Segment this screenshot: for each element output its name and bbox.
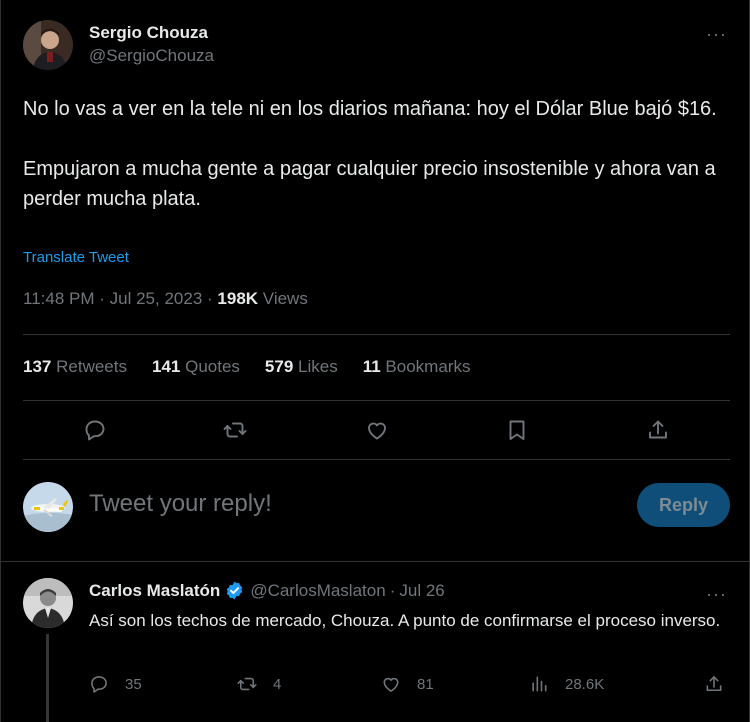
reply-reply-button[interactable]: 35 bbox=[89, 674, 142, 694]
tweet-author[interactable]: Sergio Chouza @SergioChouza bbox=[23, 20, 214, 70]
reply-icon[interactable] bbox=[79, 414, 111, 446]
reply-author-handle[interactable]: @CarlosMaslaton bbox=[250, 581, 385, 601]
divider bbox=[23, 459, 730, 460]
stat-retweets[interactable]: 137 Retweets bbox=[23, 357, 127, 377]
share-icon bbox=[706, 676, 722, 692]
reply-author-name[interactable]: Carlos Maslatón bbox=[89, 581, 220, 601]
reply-icon bbox=[91, 676, 107, 693]
tweet-date[interactable]: Jul 25, 2023 bbox=[110, 289, 203, 308]
translate-tweet-link[interactable]: Translate Tweet bbox=[23, 249, 129, 266]
views-count: 198K bbox=[217, 289, 259, 308]
reply-retweet-button[interactable]: 4 bbox=[237, 674, 281, 694]
reply-retweets-count: 4 bbox=[273, 675, 282, 693]
retweet-icon[interactable] bbox=[219, 414, 251, 446]
author-handle[interactable]: @SergioChouza bbox=[89, 44, 214, 68]
verified-badge-icon bbox=[227, 581, 243, 600]
stat-likes[interactable]: 579 Likes bbox=[265, 357, 338, 377]
divider bbox=[23, 400, 730, 401]
tweet-body: No lo vas a ver en la tele ni en los dia… bbox=[23, 94, 723, 214]
tweet-paragraph: Empujaron a mucha gente a pagar cualquie… bbox=[23, 158, 716, 210]
tweet-detail-view: Sergio Chouza @SergioChouza ··· No lo va… bbox=[0, 0, 750, 722]
reply-views-count: 28.6K bbox=[565, 675, 605, 693]
like-icon bbox=[383, 677, 399, 692]
stat-bookmarks[interactable]: 11 Bookmarks bbox=[363, 357, 471, 377]
reply-likes-count: 81 bbox=[417, 675, 434, 693]
reply-text: Así son los techos de mercado, Chouza. A… bbox=[89, 611, 721, 630]
reply-more-options-icon[interactable]: ··· bbox=[706, 584, 727, 605]
tweet-stats: 137 Retweets 141 Quotes 579 Likes 11 Boo… bbox=[23, 357, 495, 377]
reply-date[interactable]: Jul 26 bbox=[399, 581, 444, 601]
reply-share-button[interactable] bbox=[704, 674, 724, 694]
current-user-avatar bbox=[23, 482, 73, 532]
bookmark-icon[interactable] bbox=[501, 414, 533, 446]
reply-separator: · bbox=[389, 580, 396, 600]
like-icon[interactable] bbox=[361, 414, 393, 446]
divider bbox=[23, 334, 730, 335]
more-options-icon[interactable]: ··· bbox=[706, 24, 727, 45]
section-divider bbox=[1, 561, 750, 562]
author-display-name[interactable]: Sergio Chouza bbox=[89, 22, 214, 44]
reply-input[interactable]: Tweet your reply! bbox=[89, 490, 272, 518]
reply-button[interactable]: Reply bbox=[637, 483, 730, 527]
reply-author-avatar[interactable] bbox=[23, 578, 73, 628]
share-icon[interactable] bbox=[642, 414, 674, 446]
reply-like-button[interactable]: 81 bbox=[381, 674, 434, 694]
tweet-timestamp: 11:48 PM · Jul 25, 2023 · 198K Views bbox=[23, 289, 308, 308]
views-label: Views bbox=[262, 289, 308, 308]
retweet-icon bbox=[237, 677, 257, 691]
reply-header: Carlos Maslatón @CarlosMaslaton · Jul 26 bbox=[89, 580, 445, 601]
views-chart-icon bbox=[532, 676, 547, 692]
stat-quotes[interactable]: 141 Quotes bbox=[152, 357, 240, 377]
tweet-action-bar bbox=[23, 414, 730, 446]
reply-composer: Tweet your reply! Reply bbox=[23, 482, 730, 532]
tweet-paragraph: No lo vas a ver en la tele ni en los dia… bbox=[23, 98, 717, 120]
thread-line bbox=[46, 634, 49, 722]
tweet-time[interactable]: 11:48 PM bbox=[23, 289, 95, 308]
reply-action-bar: 35 4 81 28.6K bbox=[89, 674, 729, 698]
reply-replies-count: 35 bbox=[125, 675, 142, 693]
author-avatar[interactable] bbox=[23, 20, 73, 70]
reply-views-button[interactable]: 28.6K bbox=[529, 674, 604, 694]
